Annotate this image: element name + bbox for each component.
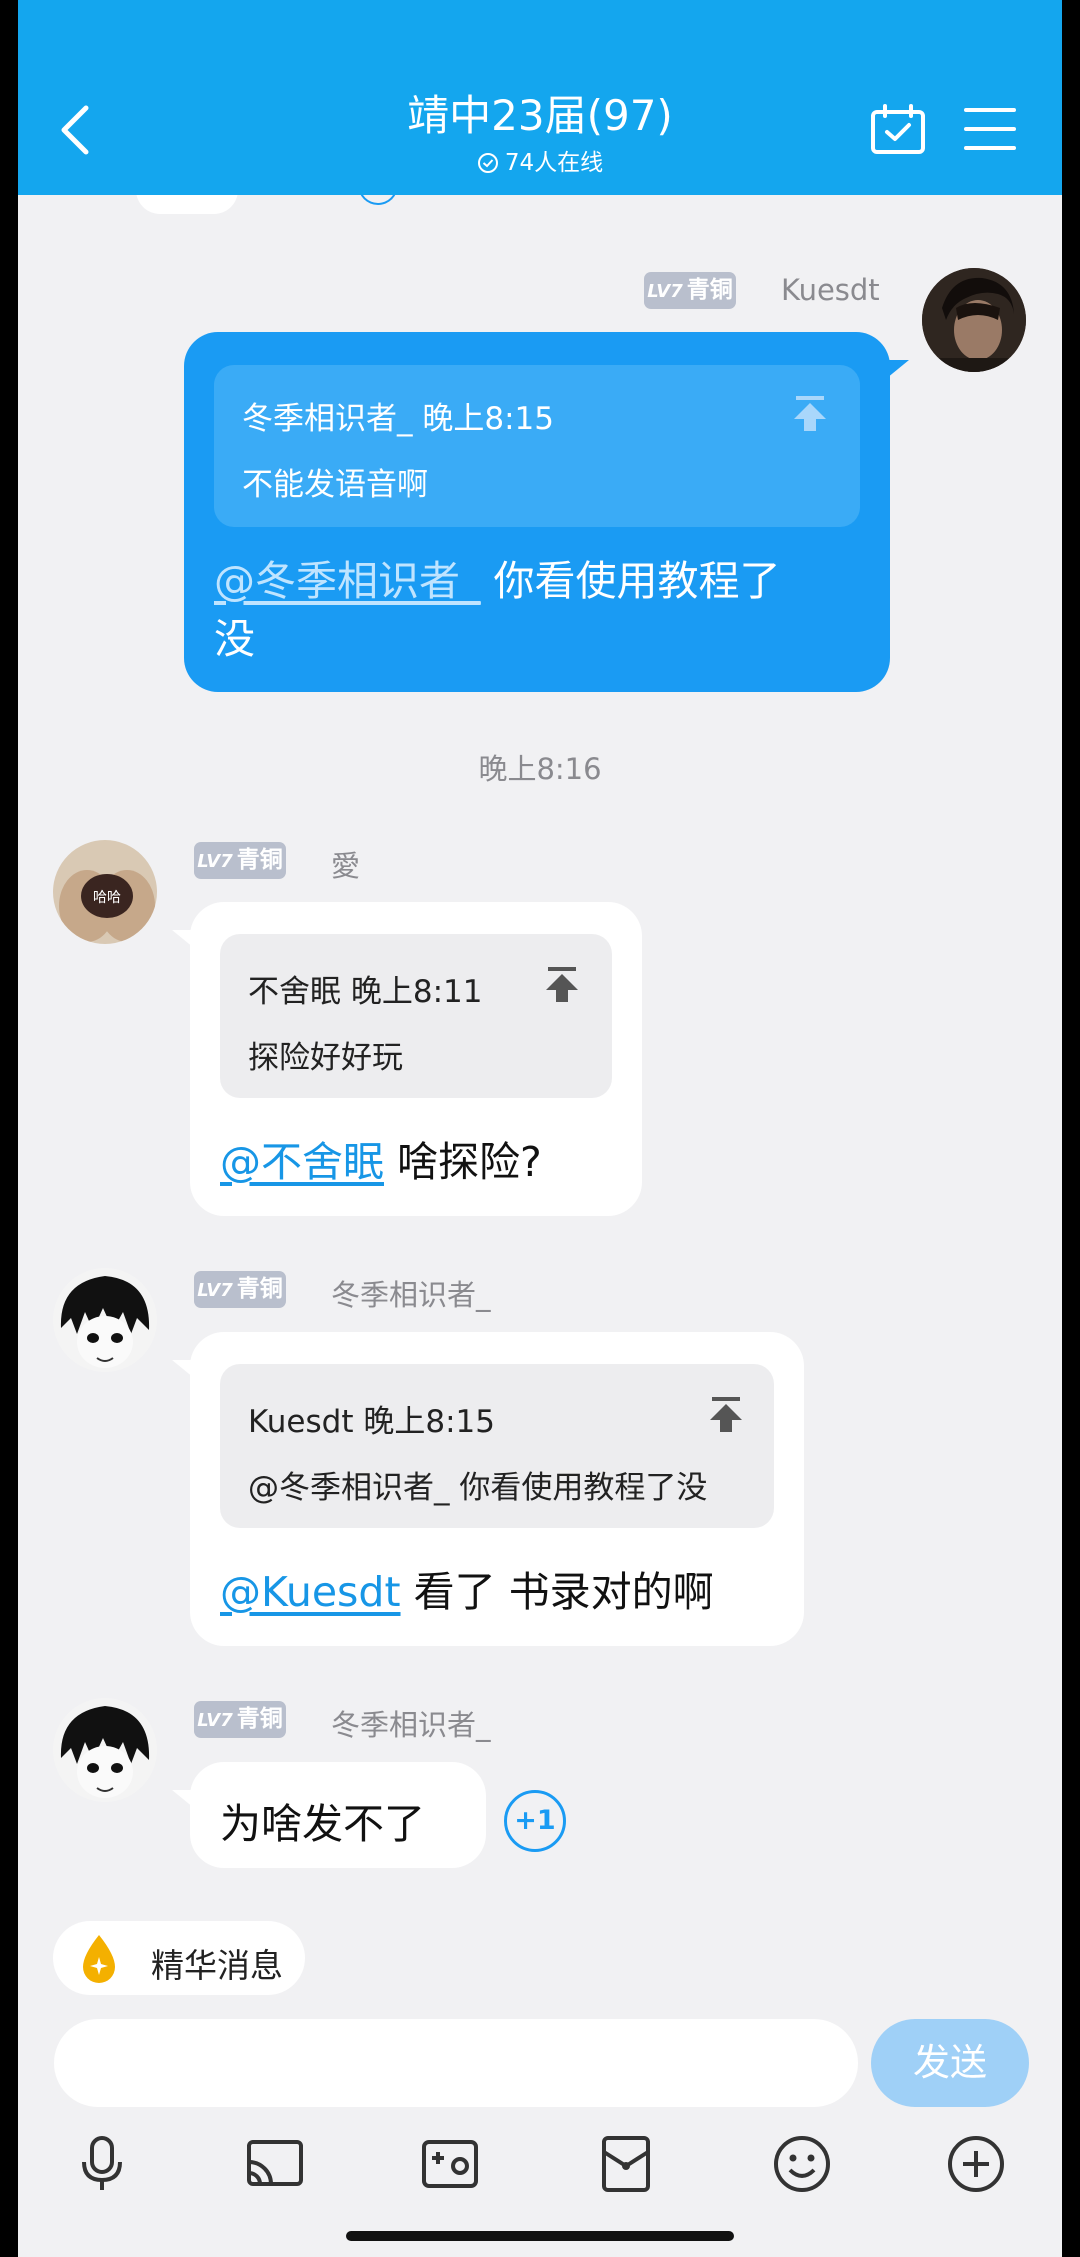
voice-button[interactable] (72, 2134, 132, 2194)
jump-to-icon[interactable] (792, 395, 828, 431)
quoted-message[interactable]: 冬季相识者_ 晚上8:15 不能发语音啊 (214, 365, 860, 527)
level-badge: LV7 青铜 (194, 1271, 286, 1308)
hamburger-menu-icon (964, 108, 1016, 150)
photo-button[interactable] (420, 2134, 480, 2194)
emoji-button[interactable] (772, 2134, 832, 2194)
chat-header: 靖中23届(97) 74人在线 (18, 0, 1062, 195)
avatar[interactable] (922, 268, 1026, 372)
message-text: @Kuesdt 看了 书录对的啊 (220, 1568, 714, 1616)
jump-to-icon[interactable] (544, 966, 580, 1002)
avatar-image: 哈哈 (53, 840, 157, 944)
avatar-image (53, 1268, 157, 1372)
home-indicator[interactable] (346, 2231, 734, 2241)
add-icon (948, 2136, 1004, 2192)
level-badge: LV7 青铜 (644, 272, 736, 309)
online-count: 74人在线 (504, 150, 604, 176)
calendar-button[interactable] (870, 104, 926, 160)
quote-author-time: Kuesdt 晚上8:15 (248, 1404, 495, 1440)
message-bubble[interactable]: 为啥发不了 (190, 1762, 486, 1868)
quote-author-time: 不舍眠 晚上8:11 (248, 974, 483, 1010)
plus-one-label: +1 (514, 1805, 556, 1836)
red-packet-icon (602, 2136, 650, 2192)
essence-messages-button[interactable]: 精华消息 (53, 1921, 305, 1995)
avatar[interactable] (53, 1268, 157, 1372)
emoji-icon (774, 2136, 830, 2192)
screen-share-button[interactable] (245, 2134, 305, 2194)
send-button[interactable]: 发送 (871, 2019, 1029, 2107)
message-bubble[interactable]: Kuesdt 晚上8:15 @冬季相识者_ 你看使用教程了没 @Kuesdt 看… (190, 1332, 804, 1646)
plus-one-button[interactable]: +1 (504, 1790, 566, 1852)
sender-name: Kuesdt (781, 273, 880, 307)
quote-author-time: 冬季相识者_ 晚上8:15 (242, 401, 554, 437)
message-text: @冬季相识者_ 你看使用教程了没 (214, 557, 781, 663)
avatar[interactable]: 哈哈 (53, 840, 157, 944)
quote-text: 探险好好玩 (248, 1040, 403, 1076)
check-circle-icon (477, 153, 498, 173)
quote-text: 不能发语音啊 (242, 467, 428, 503)
message-input[interactable] (54, 2019, 858, 2107)
sender-name: 冬季相识者_ (331, 1278, 491, 1312)
avatar-text: 哈哈 (93, 890, 121, 906)
mention-link[interactable]: @Kuesdt (220, 1568, 401, 1616)
more-button[interactable] (946, 2134, 1006, 2194)
quote-text: @冬季相识者_ 你看使用教程了没 (248, 1470, 708, 1506)
avatar-image (53, 1698, 157, 1802)
red-packet-button[interactable] (596, 2134, 656, 2194)
chat-app: 靖中23届(97) 74人在线 LV7 青铜 Kuesdt 冬季相识者_ 晚上8:… (18, 0, 1062, 2257)
sender-name: 愛 (331, 849, 361, 883)
quoted-message[interactable]: 不舍眠 晚上8:11 探险好好玩 (220, 934, 612, 1098)
avatar-image (922, 268, 1026, 372)
mention-link[interactable]: @冬季相识者_ (214, 557, 481, 605)
photo-icon (422, 2140, 478, 2188)
quoted-message[interactable]: Kuesdt 晚上8:15 @冬季相识者_ 你看使用教程了没 (220, 1364, 774, 1528)
sparkle-drop-icon (83, 1935, 115, 1983)
level-badge: LV7 青铜 (194, 1701, 286, 1738)
menu-button[interactable] (964, 106, 1016, 156)
sender-name: 冬季相识者_ (331, 1708, 491, 1742)
message-text: @不舍眠 啥探险? (220, 1138, 542, 1186)
mention-link[interactable]: @不舍眠 (220, 1138, 384, 1186)
bubble-tail (887, 360, 909, 378)
avatar[interactable] (53, 1698, 157, 1802)
timestamp: 晚上8:16 (478, 752, 602, 786)
message-text: 为啥发不了 (220, 1800, 425, 1848)
microphone-icon (82, 2136, 122, 2190)
calendar-check-icon (871, 104, 925, 154)
jump-to-icon[interactable] (708, 1396, 744, 1432)
screen-share-icon (247, 2140, 303, 2186)
message-bubble[interactable]: 冬季相识者_ 晚上8:15 不能发语音啊 @冬季相识者_ 你看使用教程了没 (184, 332, 890, 692)
essence-label: 精华消息 (151, 1946, 283, 1985)
level-badge: LV7 青铜 (194, 842, 286, 879)
message-bubble[interactable]: 不舍眠 晚上8:11 探险好好玩 @不舍眠 啥探险? (190, 902, 642, 1216)
